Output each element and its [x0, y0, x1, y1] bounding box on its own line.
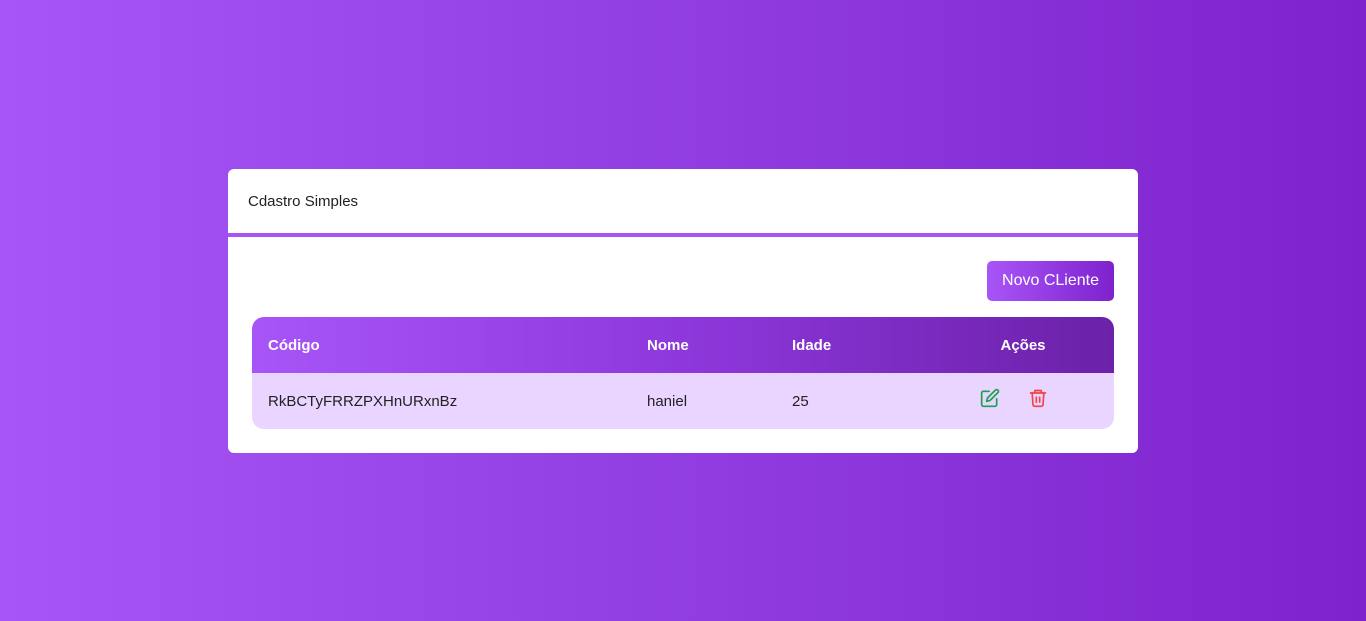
clients-table: Código Nome Idade Ações RkBCTyFRRZPXHnUR…: [252, 317, 1114, 429]
row-actions: [924, 388, 1104, 408]
toolbar: Novo CLiente: [252, 237, 1114, 317]
cell-acoes: [942, 388, 1114, 408]
trash-icon[interactable]: [1028, 388, 1048, 408]
cell-idade: 25: [792, 392, 809, 410]
column-header-nome: Nome: [647, 336, 689, 354]
column-header-codigo: Código: [268, 336, 320, 354]
cadastro-card: Cdastro Simples Novo CLiente Código Nome…: [228, 169, 1138, 453]
column-header-acoes: Ações: [1000, 336, 1046, 354]
table-header: Código Nome Idade Ações: [252, 317, 1114, 373]
new-client-button[interactable]: Novo CLiente: [987, 261, 1114, 301]
table-row: RkBCTyFRRZPXHnURxnBz haniel 25: [252, 373, 1114, 429]
page-title: Cdastro Simples: [248, 193, 359, 210]
card-header: Cdastro Simples: [228, 169, 1138, 233]
cell-codigo: RkBCTyFRRZPXHnURxnBz: [268, 392, 458, 410]
column-header-idade: Idade: [792, 336, 832, 354]
cell-nome: haniel: [647, 392, 688, 410]
card-body: Novo CLiente Código Nome Idade Ações RkB…: [228, 237, 1138, 429]
edit-icon[interactable]: [980, 388, 1000, 408]
